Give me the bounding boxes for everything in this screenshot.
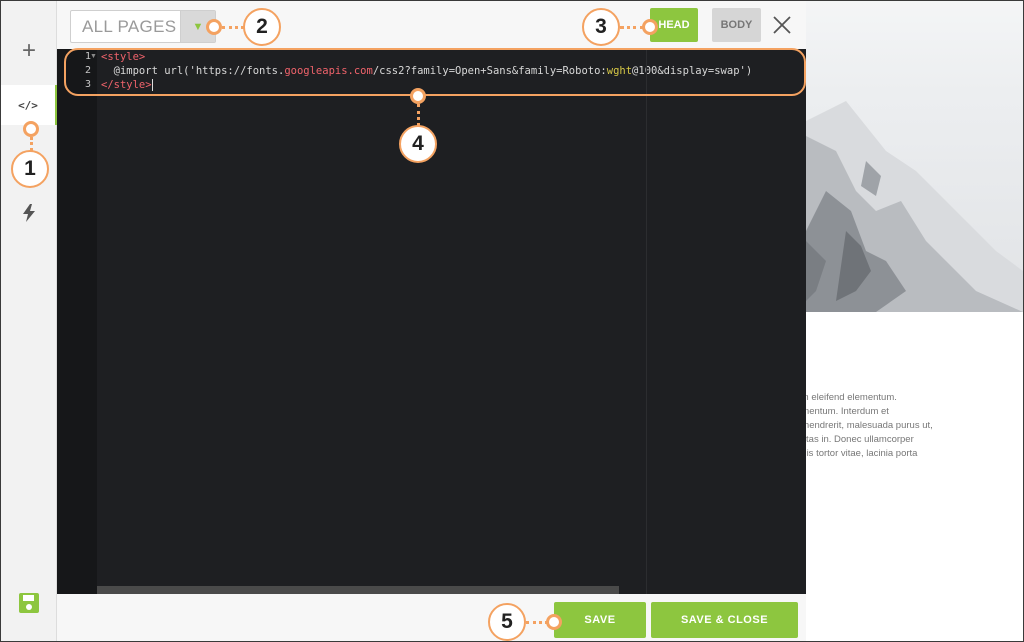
- callout-3: 3: [582, 8, 620, 46]
- callout-anchor-dot: [642, 19, 658, 35]
- floppy-icon: [19, 593, 39, 613]
- preview-paragraph: din eleifend elementum. ementum. Interdu…: [796, 391, 1022, 461]
- callout-connector: [620, 26, 644, 29]
- add-button[interactable]: +: [1, 31, 57, 71]
- page-scope-select[interactable]: ALL PAGES ▼: [70, 10, 216, 43]
- callout-connector: [30, 137, 33, 151]
- left-toolbar: + </>: [1, 1, 57, 641]
- code-icon: </>: [18, 98, 38, 112]
- save-button[interactable]: SAVE: [554, 602, 646, 638]
- preview-line: ementum. Interdum et: [796, 406, 889, 417]
- callout-5: 5: [488, 603, 526, 641]
- body-tab-button[interactable]: BODY: [712, 8, 761, 42]
- close-icon: [773, 16, 791, 34]
- actions-button[interactable]: [1, 193, 57, 233]
- plus-icon: +: [21, 37, 36, 64]
- code-content[interactable]: <style> @import url('https://fonts.googl…: [101, 49, 806, 594]
- callout-connector: [526, 621, 548, 624]
- page-preview: din eleifend elementum. ementum. Interdu…: [796, 1, 1023, 641]
- preview-line: din eleifend elementum.: [796, 392, 897, 403]
- bolt-icon: [23, 204, 35, 222]
- callout-anchor-dot: [410, 88, 426, 104]
- print-margin: [646, 49, 647, 594]
- preview-line: estas in. Donec ullamcorper: [796, 434, 914, 445]
- custom-code-modal: ALL PAGES ▼ HEAD BODY 1 ▼ 2 3 <style> @i…: [57, 1, 806, 641]
- line-number-gutter: 1 ▼ 2 3: [57, 49, 97, 594]
- modal-header: ALL PAGES ▼ HEAD BODY: [57, 1, 806, 49]
- preview-line: quis tortor vitae, lacinia porta: [796, 448, 918, 459]
- mountain-illustration: [806, 101, 1023, 312]
- callout-connector: [417, 104, 420, 126]
- callout-1: 1: [11, 150, 49, 188]
- callout-anchor-dot: [206, 19, 222, 35]
- close-button[interactable]: [770, 13, 794, 37]
- save-icon-button[interactable]: [1, 583, 57, 623]
- page-scope-value: ALL PAGES: [82, 16, 177, 36]
- code-highlight-outline: [64, 48, 806, 96]
- callout-connector: [222, 26, 244, 29]
- callout-anchor-dot: [23, 121, 39, 137]
- save-and-close-button[interactable]: SAVE & CLOSE: [651, 602, 798, 638]
- preview-line: e hendrerit, malesuada purus ut,: [796, 420, 933, 431]
- code-editor-button[interactable]: </>: [1, 85, 57, 125]
- callout-anchor-dot: [546, 614, 562, 630]
- callout-2: 2: [243, 8, 281, 46]
- modal-footer: SAVE SAVE & CLOSE: [57, 594, 806, 641]
- horizontal-scrollbar[interactable]: [97, 586, 619, 594]
- mountain-image: [806, 1, 1023, 312]
- callout-4: 4: [399, 125, 437, 163]
